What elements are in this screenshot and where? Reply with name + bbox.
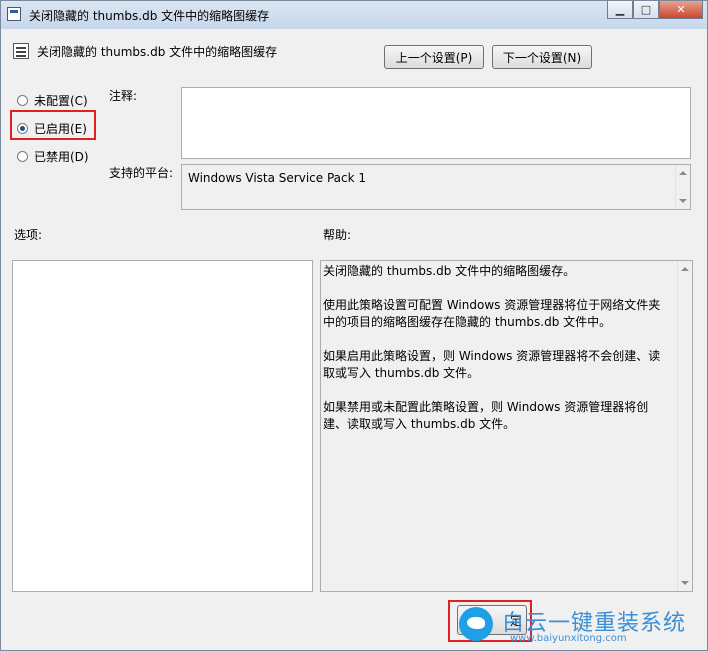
title-bar: 关闭隐藏的 thumbs.db 文件中的缩略图缓存 ▁ □ ✕ xyxy=(1,1,707,29)
help-paragraph: 使用此策略设置可配置 Windows 资源管理器将位于网络文件夹中的项目的缩略图… xyxy=(323,298,661,329)
platform-scrollbar[interactable] xyxy=(675,165,690,209)
next-setting-button[interactable]: 下一个设置(N) xyxy=(492,45,592,69)
previous-setting-button[interactable]: 上一个设置(P) xyxy=(384,45,484,69)
scroll-up-arrow-icon[interactable] xyxy=(681,267,689,271)
help-paragraph: 如果启用此策略设置，则 Windows 资源管理器将不会创建、读取或写入 thu… xyxy=(323,349,661,380)
radio-disabled-circle[interactable] xyxy=(17,151,28,162)
minimize-button[interactable]: ▁ xyxy=(607,1,633,19)
help-paragraph: 关闭隐藏的 thumbs.db 文件中的缩略图缓存。 xyxy=(323,264,576,278)
policy-app-icon xyxy=(7,7,21,21)
radio-disabled-label: 已禁用(D) xyxy=(34,150,89,164)
scroll-up-arrow-icon[interactable] xyxy=(679,171,687,175)
window-controls: ▁ □ ✕ xyxy=(607,1,703,19)
policy-name: 关闭隐藏的 thumbs.db 文件中的缩略图缓存 xyxy=(37,45,278,59)
radio-disabled[interactable]: 已禁用(D) xyxy=(17,148,89,165)
watermark: 白云一键重装系统 www.baiyunxitong.com xyxy=(454,599,704,649)
radio-enabled[interactable]: 已启用(E) xyxy=(17,120,87,137)
radio-not-configured[interactable]: 未配置(C) xyxy=(17,92,88,109)
radio-not-configured-label: 未配置(C) xyxy=(34,94,88,108)
policy-dialog: 关闭隐藏的 thumbs.db 文件中的缩略图缓存 ▁ □ ✕ 关闭隐藏的 th… xyxy=(0,0,708,651)
radio-enabled-circle[interactable] xyxy=(17,123,28,134)
help-scrollbar[interactable] xyxy=(677,261,692,591)
options-label: 选项: xyxy=(14,228,43,242)
close-button[interactable]: ✕ xyxy=(659,1,703,19)
platform-label: 支持的平台: xyxy=(109,166,174,180)
scroll-down-arrow-icon[interactable] xyxy=(679,199,687,203)
platform-field: Windows Vista Service Pack 1 xyxy=(181,164,691,210)
platform-value: Windows Vista Service Pack 1 xyxy=(188,171,366,185)
watermark-url: www.baiyunxitong.com xyxy=(510,633,627,644)
help-label: 帮助: xyxy=(323,228,352,242)
radio-not-configured-circle[interactable] xyxy=(17,95,28,106)
scroll-down-arrow-icon[interactable] xyxy=(681,581,689,585)
window-title: 关闭隐藏的 thumbs.db 文件中的缩略图缓存 xyxy=(29,9,270,23)
help-paragraph: 如果禁用或未配置此策略设置，则 Windows 资源管理器将创建、读取或写入 t… xyxy=(323,400,649,431)
maximize-button[interactable]: □ xyxy=(633,1,659,19)
policy-setting-icon xyxy=(13,43,29,59)
options-pane xyxy=(12,260,313,592)
comment-textarea[interactable] xyxy=(181,87,691,159)
twitter-bird-logo-icon xyxy=(459,607,493,641)
comment-label: 注释: xyxy=(109,89,138,103)
radio-enabled-label: 已启用(E) xyxy=(34,122,87,136)
help-text: 关闭隐藏的 thumbs.db 文件中的缩略图缓存。 使用此策略设置可配置 Wi… xyxy=(323,263,663,450)
